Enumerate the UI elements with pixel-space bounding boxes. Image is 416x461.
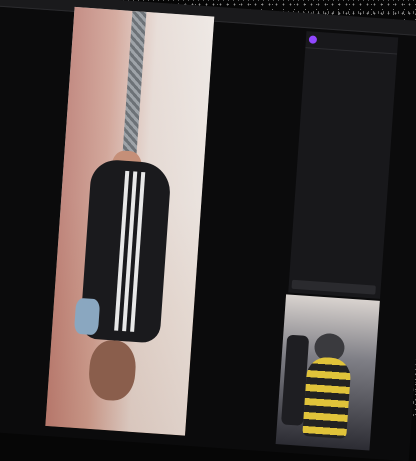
chat-message-list — [303, 48, 397, 82]
video-shoe — [73, 297, 101, 336]
chat-input[interactable] — [291, 279, 376, 295]
channel-avatar-icon — [308, 35, 318, 44]
chat-panel — [288, 31, 399, 299]
streamer-webcam — [275, 294, 380, 451]
stream-video[interactable] — [45, 6, 215, 436]
streamer-body — [302, 356, 352, 439]
monitor-screen — [0, 0, 416, 461]
